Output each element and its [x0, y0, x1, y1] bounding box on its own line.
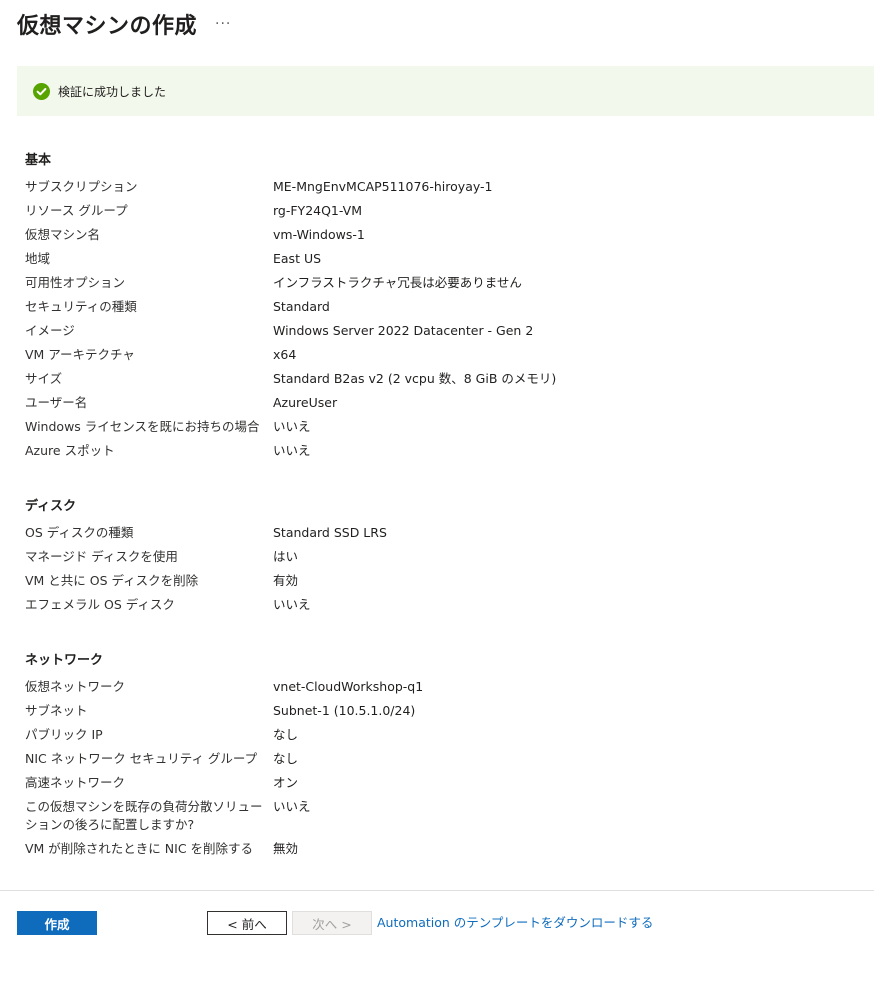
row-label: この仮想マシンを既存の負荷分散ソリューションの後ろに配置しますか? [25, 799, 263, 832]
row-label: サブスクリプション [25, 179, 138, 194]
row-label: Azure スポット [25, 443, 115, 458]
row-value: なし [273, 751, 299, 766]
row-value: AzureUser [273, 395, 338, 410]
row-label: サブネット [25, 703, 88, 718]
row-value: なし [273, 727, 299, 742]
section-title-network: ネットワーク [25, 653, 104, 668]
footer-divider [0, 890, 874, 891]
row-value: Subnet-1 (10.5.1.0/24) [273, 703, 416, 718]
next-button: 次へ > [292, 911, 372, 935]
row-label: Windows ライセンスを既にお持ちの場合 [25, 419, 260, 434]
row-label: 高速ネットワーク [25, 775, 126, 790]
row-value: インフラストラクチャ冗長は必要ありません [273, 275, 522, 290]
row-label: サイズ [25, 371, 63, 386]
create-button[interactable]: 作成 [17, 911, 97, 935]
section-title-basics: 基本 [25, 153, 52, 168]
row-value: いいえ [273, 799, 311, 814]
row-label: セキュリティの種類 [25, 299, 137, 314]
more-options-button[interactable]: ··· [215, 16, 231, 32]
row-value: 無効 [273, 841, 299, 856]
previous-button[interactable]: < 前へ [207, 911, 287, 935]
row-value: ME-MngEnvMCAP511076-hiroyay-1 [273, 179, 493, 194]
row-label: 可用性オプション [25, 275, 126, 290]
row-value: x64 [273, 347, 297, 362]
row-label: エフェメラル OS ディスク [25, 597, 175, 612]
row-label: ユーザー名 [25, 395, 88, 410]
row-label: イメージ [25, 323, 75, 338]
row-value: Standard B2as v2 (2 vcpu 数、8 GiB のメモリ) [273, 371, 557, 386]
row-label: マネージド ディスクを使用 [25, 549, 178, 564]
row-value: 有効 [273, 573, 299, 588]
row-value: いいえ [273, 597, 311, 612]
row-label: 仮想マシン名 [25, 227, 101, 242]
row-value: Windows Server 2022 Datacenter - Gen 2 [273, 323, 534, 338]
row-value: vnet-CloudWorkshop-q1 [273, 679, 424, 694]
row-value: East US [273, 251, 322, 266]
download-template-link[interactable]: Automation のテンプレートをダウンロードする [377, 912, 653, 931]
success-check-icon [33, 82, 50, 100]
row-value: はい [273, 549, 299, 564]
row-value: いいえ [273, 419, 311, 434]
row-label: リソース グループ [25, 203, 128, 218]
row-label: VM アーキテクチャ [25, 347, 135, 362]
validation-success-banner: 検証に成功しました [17, 66, 874, 116]
row-label: VM が削除されたときに NIC を削除する [25, 841, 254, 856]
row-label: OS ディスクの種類 [25, 525, 134, 540]
banner-message: 検証に成功しました [58, 84, 167, 99]
row-value: いいえ [273, 443, 311, 458]
page-title: 仮想マシンの作成 [17, 14, 198, 39]
row-value: オン [273, 775, 299, 790]
row-label: 仮想ネットワーク [25, 679, 126, 694]
section-title-disks: ディスク [25, 499, 77, 514]
row-value: Standard [273, 299, 330, 314]
row-label: 地域 [25, 251, 51, 266]
row-value: vm-Windows-1 [273, 227, 365, 242]
row-value: rg-FY24Q1-VM [273, 203, 363, 218]
row-value: Standard SSD LRS [273, 525, 387, 540]
row-label: VM と共に OS ディスクを削除 [25, 573, 199, 588]
row-label: パブリック IP [25, 727, 103, 742]
row-label: NIC ネットワーク セキュリティ グループ [25, 751, 258, 766]
